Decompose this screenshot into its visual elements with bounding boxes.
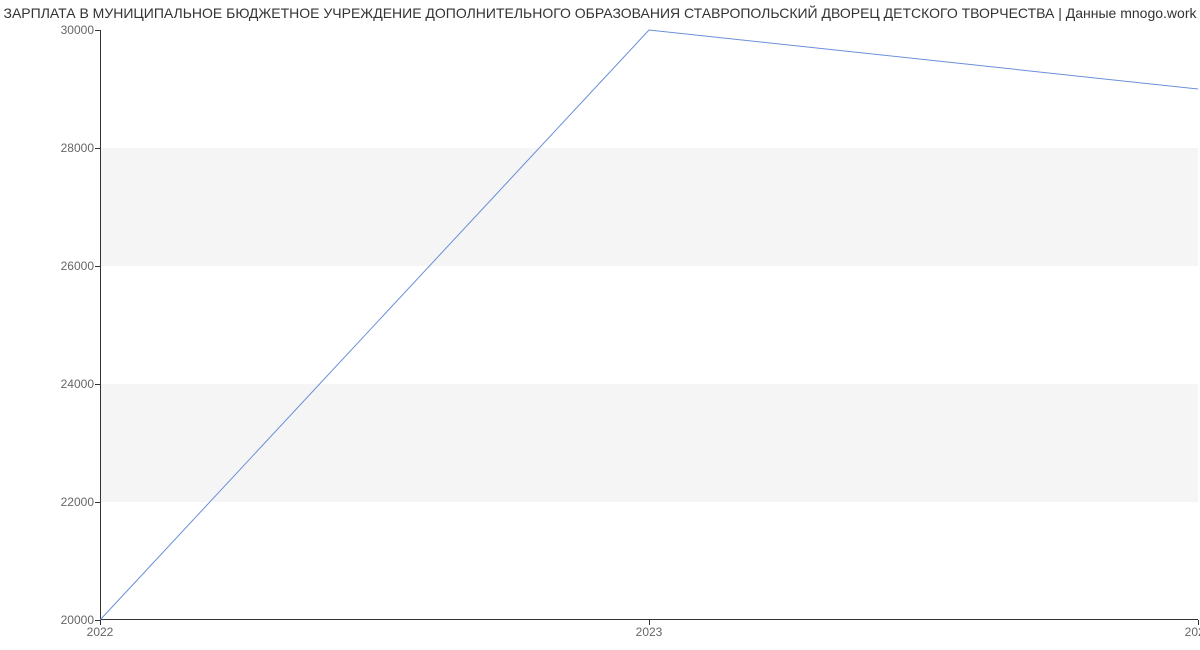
x-tick-label: 2023 (636, 625, 663, 639)
chart-line (100, 30, 1198, 620)
y-tick-label: 28000 (4, 141, 94, 155)
y-tick (95, 148, 100, 149)
y-tick-label: 20000 (4, 613, 94, 627)
y-tick-label: 26000 (4, 259, 94, 273)
y-tick (95, 384, 100, 385)
y-tick-label: 24000 (4, 377, 94, 391)
y-tick (95, 30, 100, 31)
y-tick-label: 22000 (4, 495, 94, 509)
x-tick (1198, 620, 1199, 625)
chart-title: ЗАРПЛАТА В МУНИЦИПАЛЬНОЕ БЮДЖЕТНОЕ УЧРЕЖ… (0, 5, 1200, 21)
x-tick-label: 2024 (1185, 625, 1200, 639)
x-tick-label: 2022 (87, 625, 114, 639)
y-tick (95, 266, 100, 267)
y-tick-label: 30000 (4, 23, 94, 37)
x-tick (649, 620, 650, 625)
x-tick (100, 620, 101, 625)
chart-container: ЗАРПЛАТА В МУНИЦИПАЛЬНОЕ БЮДЖЕТНОЕ УЧРЕЖ… (0, 0, 1200, 650)
y-tick (95, 502, 100, 503)
